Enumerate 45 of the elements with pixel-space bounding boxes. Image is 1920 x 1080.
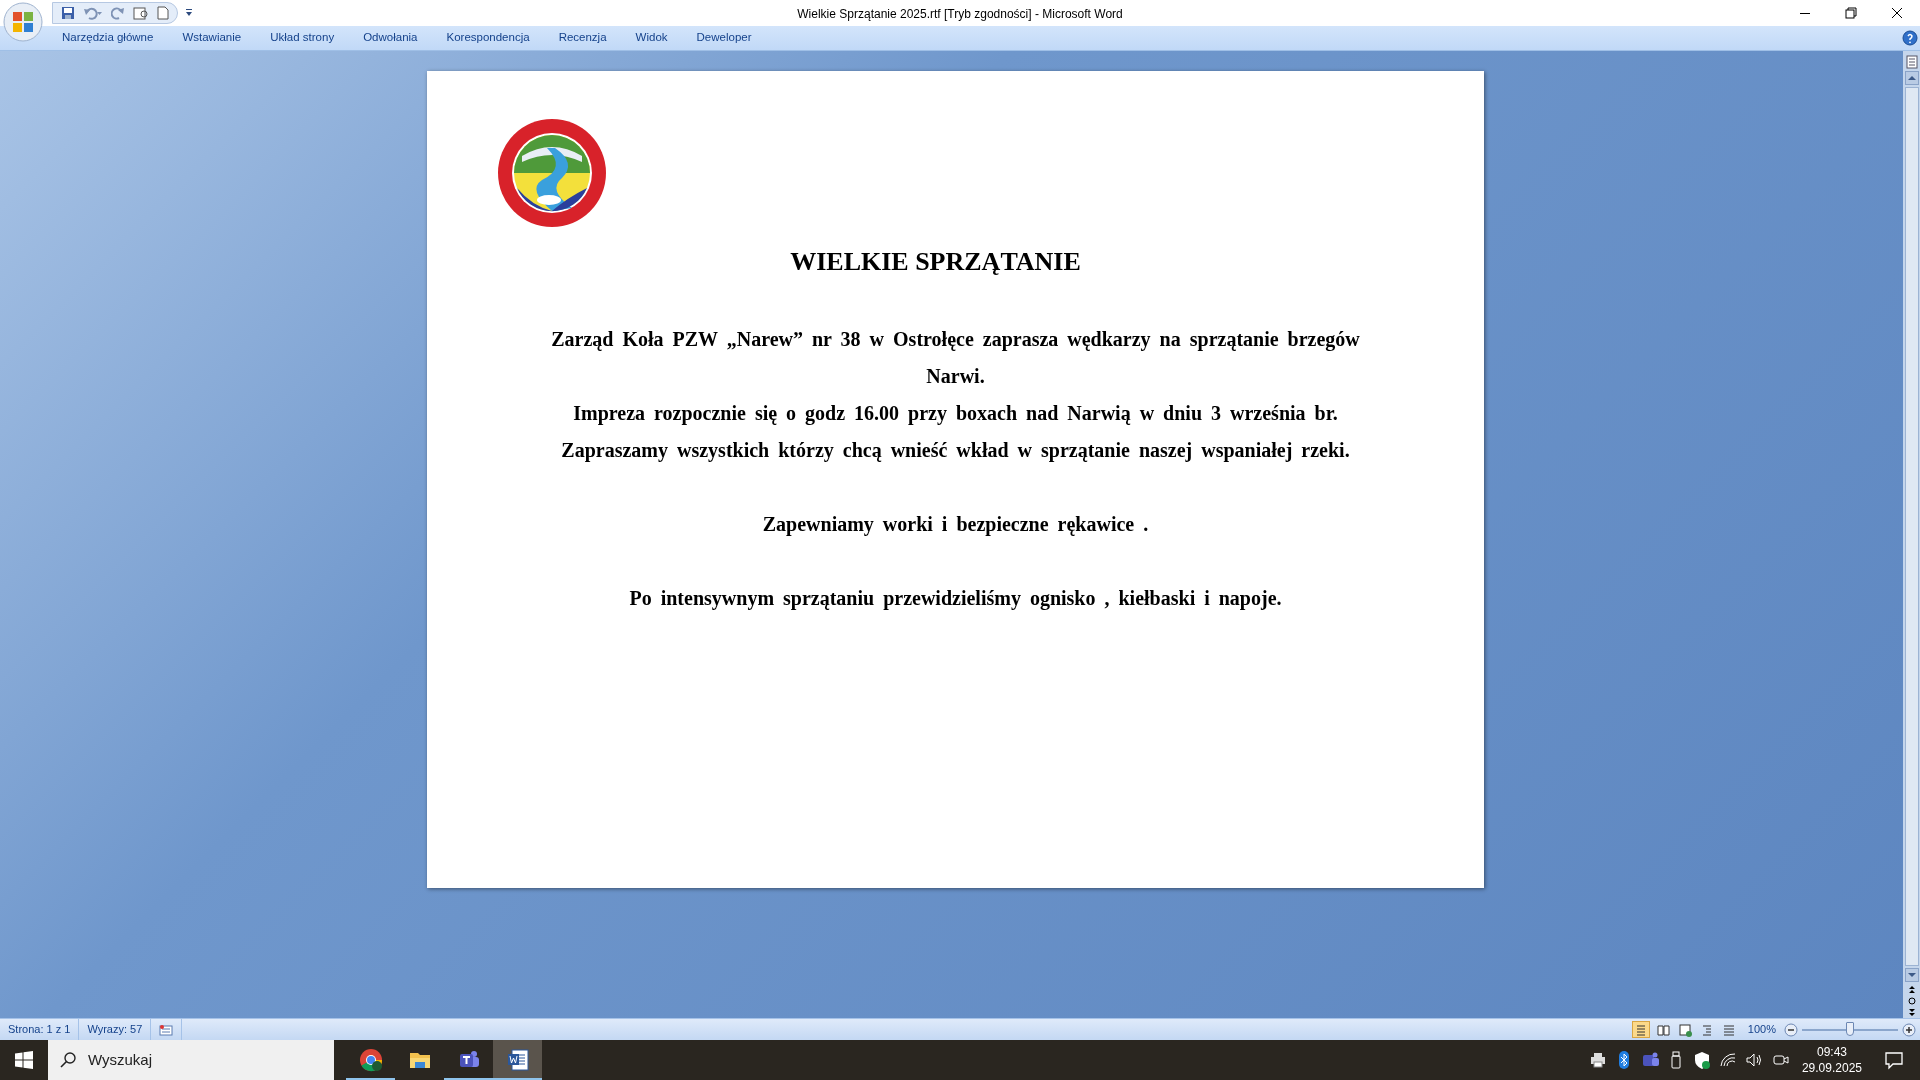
redo-icon[interactable] — [111, 6, 125, 20]
chrome-icon — [358, 1048, 383, 1072]
view-button[interactable] — [1631, 1021, 1650, 1038]
zoom-in-icon[interactable] — [1902, 1022, 1916, 1037]
slider-thumb[interactable] — [1846, 1021, 1854, 1036]
ribbon-tab[interactable]: Narzędzia główne — [48, 27, 168, 49]
scroll-down-icon[interactable] — [1904, 968, 1919, 982]
reading-layout-icon — [1655, 1022, 1670, 1037]
search-field[interactable]: Wyszukaj — [86, 1047, 316, 1073]
windows-icon[interactable] — [15, 1051, 33, 1069]
ribbon-tab[interactable]: Wstawianie — [168, 27, 256, 49]
undo-icon[interactable] — [83, 6, 103, 20]
document-icon — [505, 1048, 530, 1072]
paragraph: Zarząd Koła PZW „Narew” nr 38 w Ostrołęce zaprasza wędkarzy na sprzątanie brzegów Narwi. — [550, 327, 1361, 390]
taskbar-app[interactable] — [493, 1040, 542, 1080]
ribbon-tab[interactable]: Układ strony — [256, 27, 349, 49]
save-icon[interactable] — [61, 6, 75, 20]
print-preview-icon[interactable] — [133, 6, 149, 20]
ribbon-tab[interactable]: Odwołania — [349, 27, 432, 49]
document-heading: WIELKIE SPRZĄTANIE — [789, 246, 1082, 278]
draft-icon — [1721, 1022, 1736, 1037]
paragraph: Zapewniamy worki i bezpieczne rękawice . — [761, 512, 1150, 538]
paragraph: Impreza rozpocznie się o godz 16.00 przy boxach nad Narwią w dniu 3 września br. — [572, 401, 1339, 427]
paragraph: Zapraszamy wszystkich którzy chcą wnieść wkład w sprzątanie naszej wspaniałej rzeki. — [560, 438, 1351, 464]
zoom-out-icon[interactable] — [1784, 1022, 1798, 1037]
ribbon-tab[interactable]: Widok — [621, 27, 682, 49]
search-icon — [60, 1052, 76, 1068]
caret-icon[interactable] — [184, 8, 194, 18]
clock-date: 29.09.2025 — [1801, 1060, 1862, 1076]
browse-object-icon[interactable] — [1906, 996, 1917, 1006]
help-icon[interactable] — [1902, 30, 1918, 46]
clock-time: 09:43 — [1815, 1044, 1848, 1060]
ribbon-tab[interactable]: Korespondencja — [432, 27, 544, 49]
ribbon-tab[interactable]: Recenzja — [544, 27, 621, 49]
web-layout-icon — [1677, 1022, 1692, 1037]
search-bar[interactable]: Wyszukaj — [48, 1040, 334, 1080]
proofing-icon[interactable] — [159, 1023, 174, 1036]
zoom-level: 100% — [1747, 1022, 1776, 1038]
paragraph: Po intensywnym sprzątaniu przewidzieliśmy ognisko , kiełbaski i napoje. — [628, 586, 1283, 612]
notification-icon[interactable] — [1884, 1050, 1904, 1070]
new-document-icon[interactable] — [157, 6, 169, 20]
ribbon-tab[interactable]: Deweloper — [682, 27, 766, 49]
ruler-toggle-icon[interactable] — [1905, 55, 1918, 69]
scroll-up-icon[interactable] — [1904, 71, 1919, 85]
window-title: Wielkie Sprzątanie 2025.rtf [Tryb zgodności] - Microsoft Word — [797, 6, 1123, 23]
